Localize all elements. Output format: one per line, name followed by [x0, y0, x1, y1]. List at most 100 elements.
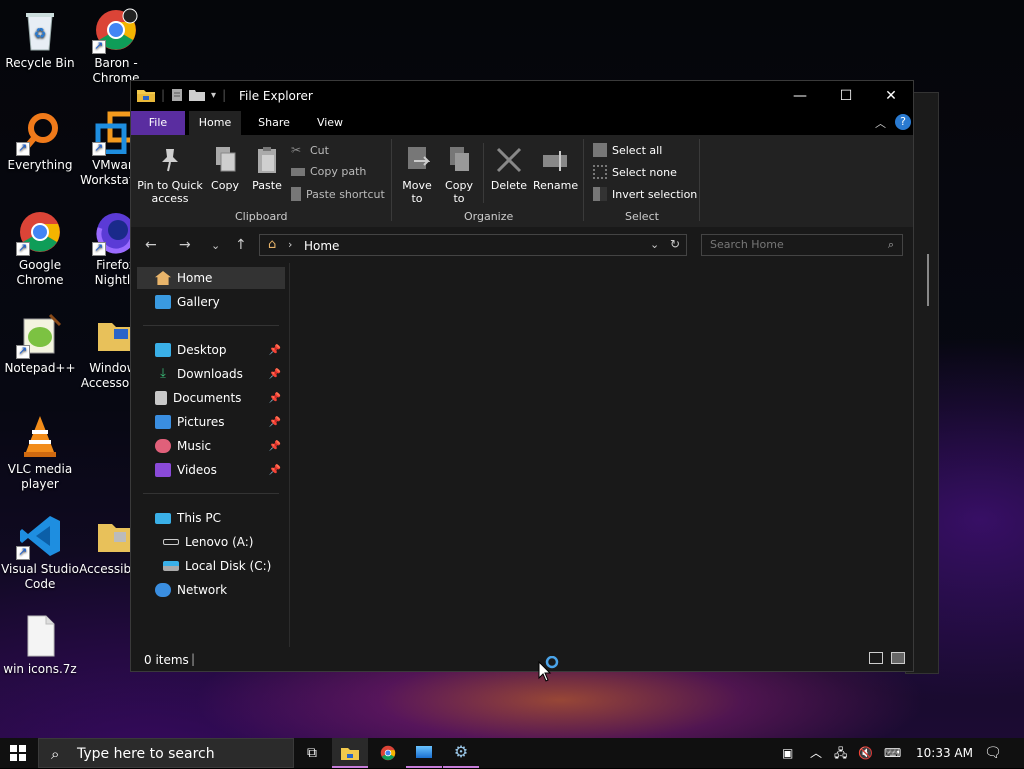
desktop-icon-vscode[interactable]: Visual Studio Code: [0, 514, 80, 592]
taskbar-settings-app[interactable]: ⚙: [443, 738, 479, 768]
file-explorer-window[interactable]: | ▾ | File Explorer — ☐ ✕ File Home Shar…: [130, 80, 914, 672]
details-view-icon[interactable]: [869, 652, 883, 664]
pin-icon[interactable]: 📌: [269, 345, 281, 356]
select-none-button[interactable]: Select none: [593, 165, 677, 179]
customize-toolbar-chevron-icon[interactable]: ▾: [211, 90, 216, 101]
pin-to-quick-access-button[interactable]: Pin to Quick access: [135, 145, 205, 205]
delete-button[interactable]: Delete: [487, 145, 531, 192]
nav-item-videos[interactable]: Videos 📌: [137, 459, 285, 481]
taskbar-chrome[interactable]: [370, 738, 406, 768]
address-bar[interactable]: ⌂ › Home ⌄ ↻: [259, 234, 687, 256]
search-input[interactable]: Search Home ⌕: [701, 234, 903, 256]
nav-label: Documents: [173, 391, 242, 405]
nav-item-music[interactable]: Music 📌: [137, 435, 285, 457]
invert-selection-button[interactable]: Invert selection: [593, 187, 697, 201]
breadcrumb-home[interactable]: Home: [304, 239, 339, 253]
pin-icon[interactable]: 📌: [269, 393, 281, 404]
paste-shortcut-button[interactable]: Paste shortcut: [291, 187, 385, 201]
nav-label: Desktop: [177, 343, 227, 357]
nav-item-home[interactable]: Home: [137, 267, 285, 289]
pin-icon[interactable]: 📌: [269, 441, 281, 452]
refresh-icon[interactable]: ↻: [670, 237, 680, 251]
nav-item-this-pc[interactable]: This PC: [137, 507, 285, 529]
pin-icon[interactable]: 📌: [269, 417, 281, 428]
desktop-icon-notepadpp[interactable]: Notepad++: [0, 313, 80, 376]
new-folder-icon[interactable]: [189, 89, 206, 101]
chrome-profile-icon: [92, 8, 138, 54]
pin-icon[interactable]: 📌: [269, 465, 281, 476]
desktop-icon-google-chrome[interactable]: Google Chrome: [0, 210, 80, 288]
forward-arrow-icon[interactable]: →: [179, 237, 191, 253]
move-to-button[interactable]: Move to: [397, 145, 437, 205]
gear-icon: ⚙: [453, 742, 469, 761]
copy-path-button[interactable]: Copy path: [291, 165, 366, 178]
copy-to-button[interactable]: Copy to: [439, 145, 479, 205]
tray-app-icon[interactable]: ▣: [782, 738, 793, 768]
large-icons-view-icon[interactable]: [891, 652, 905, 664]
taskbar: ⌕ Type here to search ⧉ ⚙ ▣ ︿ 🖧 🔇 ⌨ 10:3…: [0, 738, 1024, 768]
nav-item-local-disk[interactable]: Local Disk (C:): [137, 555, 285, 577]
up-arrow-icon[interactable]: ↑: [235, 237, 247, 253]
nav-item-downloads[interactable]: ⤓ Downloads 📌: [137, 363, 285, 385]
recent-locations-chevron-icon[interactable]: ⌄: [211, 239, 220, 252]
select-all-button[interactable]: Select all: [593, 143, 662, 157]
paste-icon: [254, 145, 280, 175]
desktop-icon-label: Recycle Bin: [5, 56, 75, 70]
background-window-scrollbar[interactable]: [927, 254, 929, 306]
taskbar-file-explorer[interactable]: [332, 738, 368, 768]
music-icon: [155, 439, 171, 453]
file-list-area[interactable]: [290, 263, 913, 647]
this-pc-monitor-icon: [155, 512, 171, 524]
gallery-icon: [155, 295, 171, 309]
file-explorer-icon: [341, 748, 359, 760]
search-icon: ⌕: [887, 238, 894, 251]
start-button[interactable]: [0, 738, 36, 768]
show-hidden-icons-chevron-icon[interactable]: ︿: [810, 738, 822, 768]
maximize-button[interactable]: ☐: [823, 81, 869, 111]
cut-button[interactable]: ✂ Cut: [291, 143, 329, 157]
address-dropdown-chevron-icon[interactable]: ⌄: [650, 238, 659, 251]
organize-group-label: Organize: [464, 210, 514, 223]
pin-icon[interactable]: 📌: [269, 369, 281, 380]
tab-file[interactable]: File: [131, 111, 185, 135]
nav-item-gallery[interactable]: Gallery: [137, 291, 285, 313]
desktop-icon-baron-chrome[interactable]: Baron - Chrome: [76, 8, 156, 86]
navigation-pane[interactable]: Home Gallery Desktop 📌 ⤓ Downloads 📌 Doc…: [131, 263, 290, 647]
network-icon[interactable]: 🖧: [834, 738, 847, 768]
nav-item-desktop[interactable]: Desktop 📌: [137, 339, 285, 361]
properties-icon[interactable]: [171, 88, 183, 102]
nav-divider: [143, 493, 279, 494]
desktop-icon-win-icons-7z[interactable]: win icons.7z: [0, 614, 80, 677]
help-icon[interactable]: ?: [895, 114, 911, 130]
collapse-ribbon-chevron-icon[interactable]: ︿: [875, 115, 886, 131]
copy-button[interactable]: Copy: [205, 145, 245, 192]
volume-muted-icon[interactable]: 🔇: [858, 738, 873, 768]
task-view-icon[interactable]: ⧉: [294, 738, 330, 768]
item-count: 0 items: [144, 653, 189, 667]
desktop-icon-label: Visual Studio Code: [1, 562, 79, 591]
tab-share[interactable]: Share: [249, 111, 299, 135]
taskbar-photos-app[interactable]: [406, 738, 442, 768]
nav-item-lenovo-drive[interactable]: Lenovo (A:): [137, 531, 285, 553]
close-button[interactable]: ✕: [868, 81, 914, 111]
desktop-icon-recycle-bin[interactable]: ♻ Recycle Bin: [0, 8, 80, 71]
back-arrow-icon[interactable]: ←: [145, 237, 157, 253]
windows-logo-icon: [10, 745, 26, 761]
tab-view[interactable]: View: [305, 111, 355, 135]
nav-item-documents[interactable]: Documents 📌: [137, 387, 285, 409]
desktop-icon-everything[interactable]: Everything: [0, 110, 80, 173]
title-bar[interactable]: | ▾ | File Explorer — ☐ ✕: [131, 81, 913, 111]
minimize-button[interactable]: —: [777, 81, 823, 111]
taskbar-search-box[interactable]: ⌕ Type here to search: [38, 738, 294, 768]
clock[interactable]: 10:33 AM: [916, 738, 973, 768]
address-bar-row: ← → ⌄ ↑ ⌂ › Home ⌄ ↻ Search Home ⌕: [131, 227, 913, 263]
rename-button[interactable]: Rename: [533, 145, 578, 192]
nav-item-network[interactable]: Network: [137, 579, 285, 601]
nav-item-pictures[interactable]: Pictures 📌: [137, 411, 285, 433]
paste-button[interactable]: Paste: [247, 145, 287, 192]
nav-divider: [143, 325, 279, 326]
keyboard-icon[interactable]: ⌨: [884, 738, 901, 768]
notifications-icon[interactable]: 🗨: [984, 738, 1002, 768]
tab-home[interactable]: Home: [189, 111, 241, 135]
desktop-icon-vlc[interactable]: VLC media player: [0, 414, 80, 492]
